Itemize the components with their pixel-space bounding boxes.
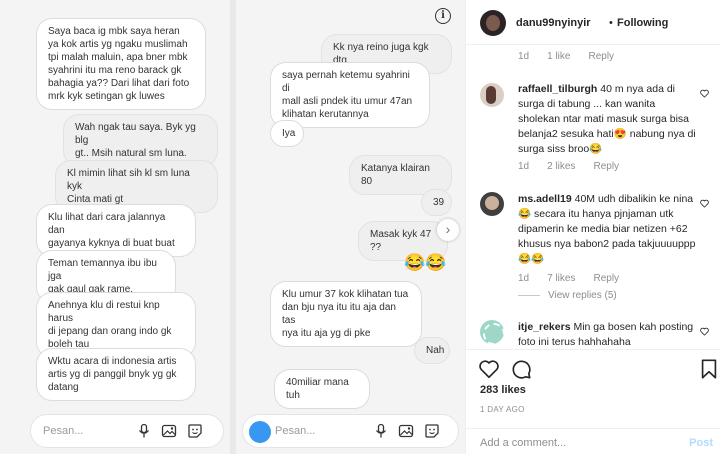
reply-button[interactable]: Reply: [588, 51, 614, 62]
heart-icon[interactable]: [700, 327, 709, 336]
post-comment-button[interactable]: Post: [689, 437, 713, 449]
post-date: 1 DAY AGO: [480, 405, 525, 414]
chat-message: Wktu acara di indonesia artis artis yg d…: [36, 348, 196, 401]
likes-count[interactable]: 283 likes: [480, 384, 526, 396]
chat-message: 40miliar mana tuh: [274, 369, 370, 409]
chat-message: 39: [421, 189, 452, 216]
comment-likes[interactable]: 2 likes: [547, 161, 575, 172]
comment-time: 1d: [518, 51, 530, 62]
header-separator: •: [609, 17, 613, 29]
avatar[interactable]: [480, 320, 504, 344]
comment-username[interactable]: raffaell_tilburgh: [518, 83, 597, 95]
chat-message: Klu umur 37 kok klihatan tua dan bju nya…: [270, 281, 422, 347]
microphone-icon: [375, 423, 387, 438]
camera-icon: [249, 421, 271, 443]
sticker-icon: [188, 424, 202, 438]
comment-username[interactable]: ms.adell19: [518, 193, 572, 205]
chat-message: saya pernah ketemu syahrini di mall asli…: [270, 62, 430, 128]
chevron-right-icon[interactable]: ›: [437, 219, 459, 241]
comment-time: 1d: [518, 161, 530, 172]
comment-body: raffaell_tilburgh 40 m nya ada di surga …: [518, 82, 698, 157]
post-username[interactable]: danu99nyinyir: [516, 17, 591, 29]
reply-button[interactable]: Reply: [593, 273, 619, 284]
comment-username[interactable]: itje_rekers: [518, 321, 571, 333]
chat-message: Iya: [270, 120, 304, 147]
chat-screenshot-left: Saya baca ig mbk saya heran ya kok artis…: [0, 0, 230, 454]
image-icon: [161, 424, 177, 438]
comment-meta: 1d 1 like Reply: [518, 51, 632, 62]
comment-time: 1d: [518, 273, 530, 284]
chat-screenshot-right: i Kk nya reino juga kgk dtg saya pernah …: [236, 0, 465, 454]
comment-likes[interactable]: 7 likes: [547, 273, 575, 284]
add-comment-input[interactable]: Add a comment...: [480, 437, 566, 449]
comments-list[interactable]: 1d 1 like Reply raffaell_tilburgh 40 m nya…: [466, 46, 720, 348]
comment-likes[interactable]: 1 like: [547, 51, 570, 62]
view-replies-button[interactable]: View replies (5): [518, 290, 617, 301]
follow-status-button[interactable]: Following: [617, 17, 668, 29]
comment-body: ms.adell19 40M udh dibalikin ke nina😂 se…: [518, 192, 698, 267]
post-header: danu99nyinyir • Following: [466, 0, 720, 45]
chat-input-bar: Pesan...: [242, 414, 459, 448]
add-comment-bar: Add a comment... Post: [466, 428, 720, 454]
comment-meta: 1d 2 likes Reply: [518, 161, 637, 172]
chat-message: Saya baca ig mbk saya heran ya kok artis…: [36, 18, 206, 110]
comment-meta: 1d 7 likes Reply: [518, 273, 637, 284]
chat-input-placeholder: Pesan...: [275, 425, 316, 437]
avatar[interactable]: [480, 83, 504, 107]
post-actions: 283 likes 1 DAY AGO: [466, 349, 720, 419]
chat-input-placeholder: Pesan...: [43, 425, 84, 437]
post-sidebar: danu99nyinyir • Following 1d 1 like Reply …: [465, 0, 720, 454]
sticker-icon: [425, 424, 439, 438]
image-icon: [398, 424, 414, 438]
chat-input-bar: Pesan...: [30, 414, 224, 448]
heart-icon[interactable]: [700, 89, 709, 98]
microphone-icon: [138, 423, 150, 438]
avatar[interactable]: [480, 192, 504, 216]
avatar[interactable]: [480, 10, 506, 36]
heart-icon[interactable]: [700, 199, 709, 208]
chat-message: Nah: [414, 337, 450, 364]
heart-icon[interactable]: [478, 358, 500, 380]
info-icon: i: [435, 8, 451, 24]
comment-icon[interactable]: [510, 358, 532, 380]
reply-button[interactable]: Reply: [593, 161, 619, 172]
emoji-message: 😂😂: [404, 253, 447, 272]
bookmark-icon[interactable]: [698, 358, 720, 380]
comment-body: itje_rekers Min ga bosen kah posting fot…: [518, 320, 698, 348]
post-image: Saya baca ig mbk saya heran ya kok artis…: [0, 0, 465, 454]
